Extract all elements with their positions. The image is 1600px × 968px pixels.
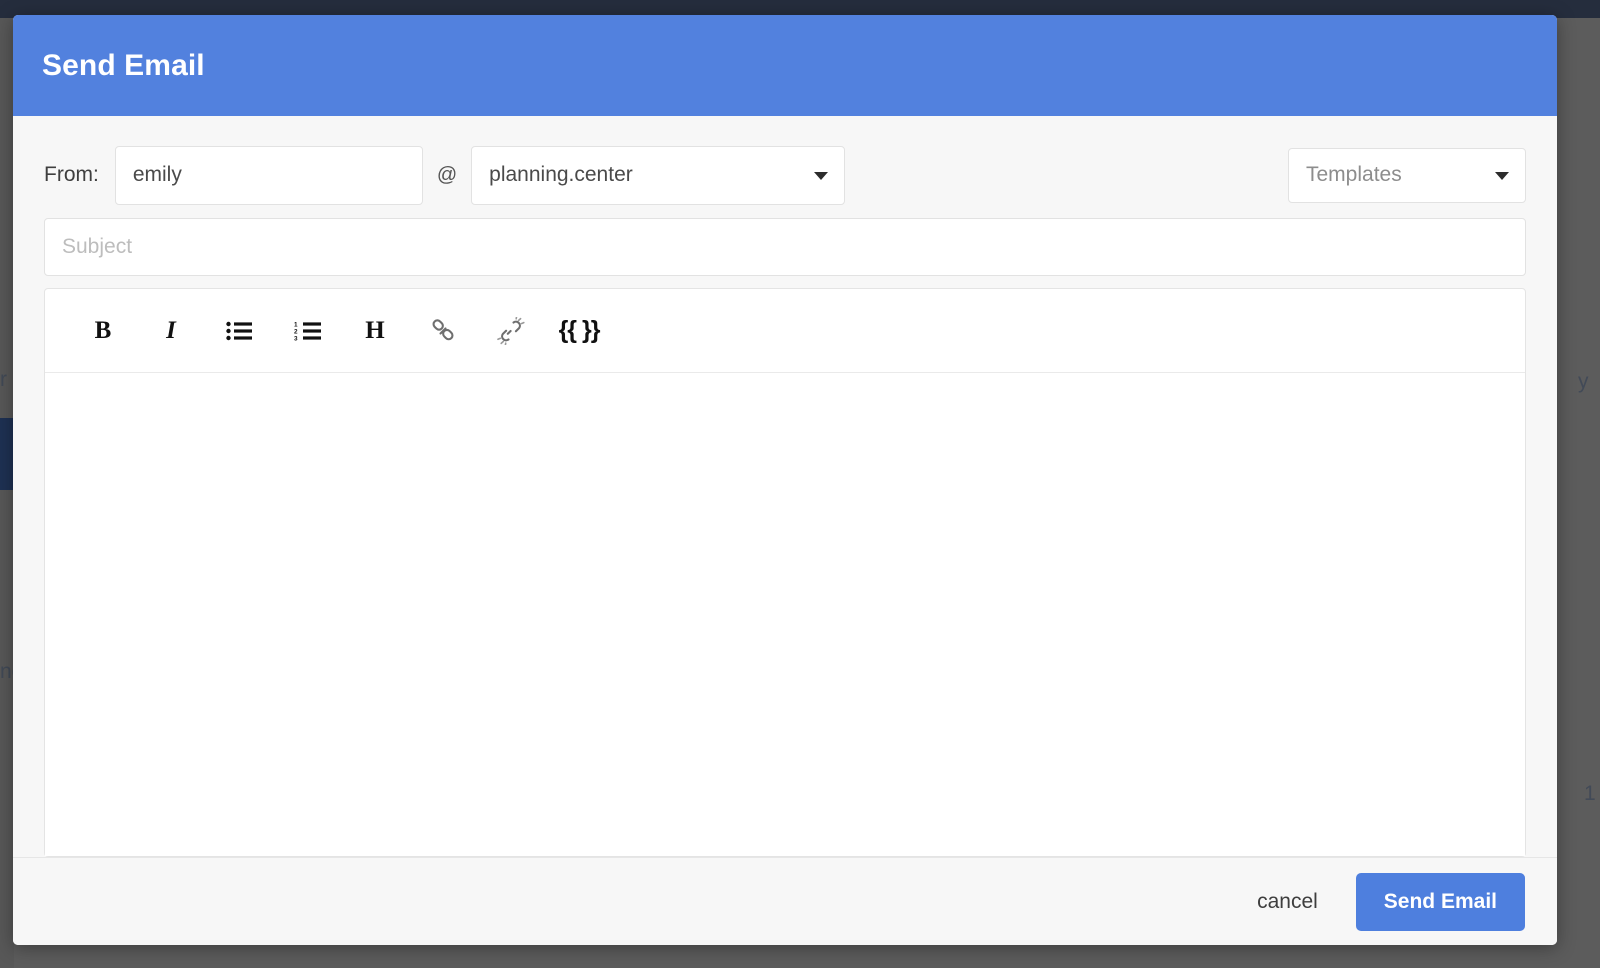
backdrop-text-right-bottom: 1 xyxy=(1584,782,1596,805)
from-row: From: @ planning.center Templates xyxy=(44,145,1526,205)
unlink-icon[interactable] xyxy=(477,301,545,361)
from-label: From: xyxy=(44,163,99,186)
email-body-editor: B I 1 2 3 H {{}} xyxy=(44,288,1526,857)
bold-icon[interactable]: B xyxy=(69,301,137,361)
backdrop-text-right-top: y xyxy=(1578,370,1589,393)
numbered-list-icon[interactable]: 1 2 3 xyxy=(273,301,341,361)
dialog-header: Send Email xyxy=(13,15,1557,116)
from-username-input[interactable] xyxy=(114,145,423,205)
merge-field-icon[interactable]: {{ }} xyxy=(545,301,613,361)
at-symbol-label: @ xyxy=(436,163,458,186)
send-email-button[interactable]: Send Email xyxy=(1355,872,1525,931)
editor-toolbar: B I 1 2 3 H {{}} xyxy=(45,289,1525,373)
cancel-button[interactable]: cancel xyxy=(1247,882,1328,922)
templates-select[interactable]: Templates xyxy=(1288,147,1526,203)
svg-text:3: 3 xyxy=(294,335,298,340)
heading-icon[interactable]: H xyxy=(341,301,409,361)
app-sidebar xyxy=(0,18,14,968)
dialog-body: From: @ planning.center Templates B I xyxy=(13,116,1557,857)
svg-text:1: 1 xyxy=(294,321,298,328)
from-domain-select[interactable]: planning.center xyxy=(471,145,846,205)
italic-icon[interactable]: I xyxy=(137,301,205,361)
link-icon[interactable] xyxy=(409,301,477,361)
backdrop-text-left-top: r xyxy=(0,368,7,391)
templates-value[interactable]: Templates xyxy=(1288,147,1526,203)
sidebar-active-item xyxy=(0,418,14,490)
dialog-title: Send Email xyxy=(42,48,205,82)
dialog-footer: cancel Send Email xyxy=(13,857,1557,945)
send-email-dialog: Send Email From: @ planning.center Templ… xyxy=(13,15,1557,945)
email-body-input[interactable] xyxy=(45,373,1525,856)
svg-text:2: 2 xyxy=(294,328,298,335)
bulleted-list-icon[interactable] xyxy=(205,301,273,361)
from-domain-value[interactable]: planning.center xyxy=(471,145,846,205)
subject-input[interactable] xyxy=(44,218,1526,276)
